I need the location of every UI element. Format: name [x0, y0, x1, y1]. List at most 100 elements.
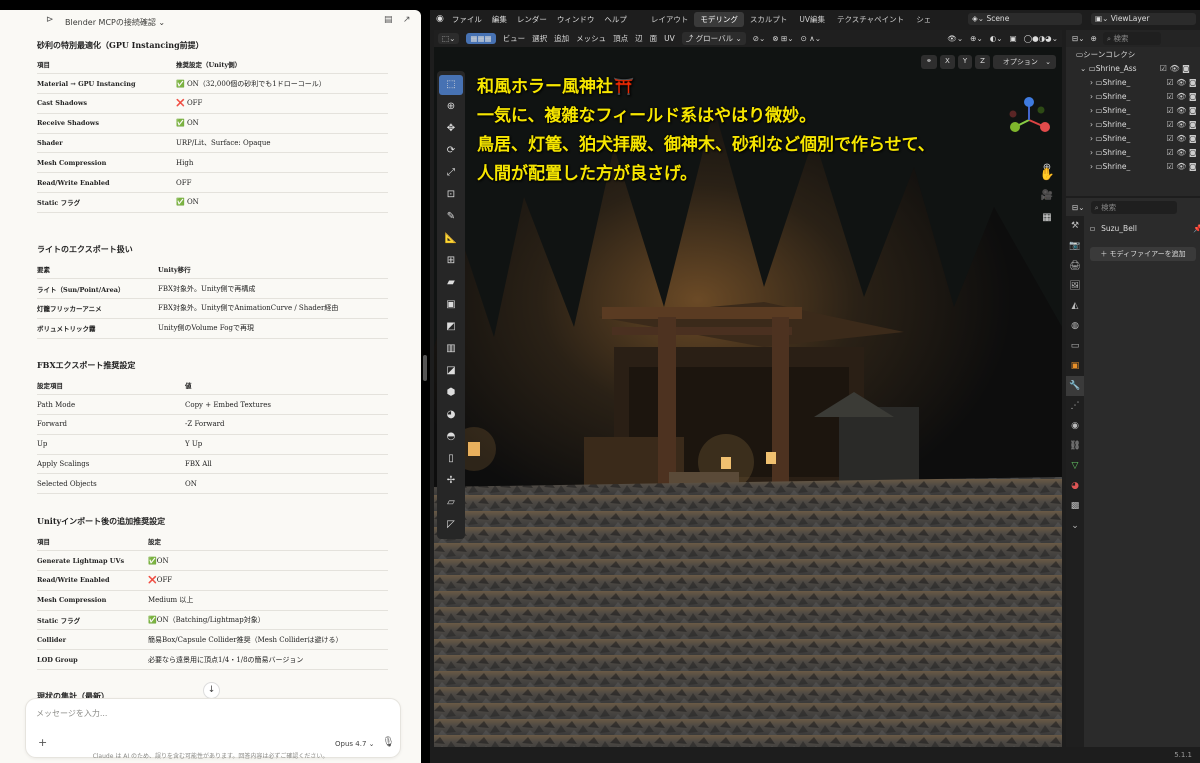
- microphone-icon[interactable]: 🎙: [382, 737, 395, 748]
- menu-select[interactable]: 選択: [532, 33, 547, 44]
- outliner-row[interactable]: ⌄ ▭ Shrine_Ass ☑ 👁 ◙: [1066, 61, 1200, 75]
- xray-icon[interactable]: ▣: [1010, 34, 1017, 43]
- output-tab-icon[interactable]: 🖨: [1066, 256, 1084, 276]
- select-box-icon[interactable]: ⬚: [439, 75, 463, 95]
- cursor-icon[interactable]: ⊕: [439, 97, 463, 117]
- hand-pan-icon[interactable]: ✋: [1038, 165, 1056, 183]
- shrink-icon[interactable]: ✢: [439, 471, 463, 491]
- measure-icon[interactable]: 📐: [439, 229, 463, 249]
- mirror-icon[interactable]: ⚭: [921, 55, 938, 69]
- visibility-icons[interactable]: ☑ 👁 ◙: [1166, 162, 1196, 171]
- menu-edit[interactable]: 編集: [492, 14, 507, 25]
- grid-view-icon[interactable]: ▦: [1038, 209, 1056, 227]
- more-tabs-icon[interactable]: ⌄: [1066, 516, 1084, 536]
- visibility-icon[interactable]: 👁⌄: [947, 34, 963, 43]
- tab-texture-paint[interactable]: テクスチャペイント: [831, 12, 910, 27]
- menu-edge[interactable]: 辺: [635, 33, 643, 44]
- drag-handle[interactable]: [423, 355, 427, 381]
- add-modifier-button[interactable]: ＋ モディファイアーを追加: [1090, 247, 1196, 261]
- object-tab-icon[interactable]: ▣: [1066, 356, 1084, 376]
- options-dropdown[interactable]: オプション ⌄: [992, 55, 1056, 69]
- share-icon[interactable]: ↗: [403, 15, 411, 25]
- edge-slide-icon[interactable]: ▯: [439, 449, 463, 469]
- extrude-icon[interactable]: ▰: [439, 273, 463, 293]
- data-tab-icon[interactable]: ▽: [1066, 456, 1084, 476]
- viewlayer-selector[interactable]: ▣⌄ ViewLayer: [1091, 13, 1196, 25]
- outliner-collection-row[interactable]: ▭ シーンコレクシ: [1066, 47, 1200, 61]
- scale-icon[interactable]: ⤢: [439, 163, 463, 183]
- rotate-icon[interactable]: ⟳: [439, 141, 463, 161]
- axis-x-toggle[interactable]: X: [940, 55, 955, 69]
- pin-icon[interactable]: 📌: [1193, 224, 1200, 233]
- outliner-row[interactable]: › ▭ Shrine_ ☑ 👁 ◙: [1066, 159, 1200, 173]
- transform-icon[interactable]: ⊡: [439, 185, 463, 205]
- constraints-tab-icon[interactable]: ⛓: [1066, 436, 1084, 456]
- menu-file[interactable]: ファイル: [452, 14, 482, 25]
- editor-type-icon[interactable]: ⬚⌄: [438, 33, 460, 44]
- visibility-icons[interactable]: ☑ 👁 ◙: [1166, 106, 1196, 115]
- chat-title[interactable]: Blender MCPの接続確認 ⌄: [65, 17, 165, 28]
- outliner-row[interactable]: › ▭ Shrine_ ☑ 👁 ◙: [1066, 89, 1200, 103]
- model-selector[interactable]: Opus 4.7 ⌄: [335, 740, 374, 748]
- visibility-icons[interactable]: ☑ 👁 ◙: [1166, 78, 1196, 87]
- rip-icon[interactable]: ◸: [439, 515, 463, 535]
- transform-orientation-dropdown[interactable]: ⤴ グローバル ⌄: [681, 32, 746, 45]
- filter-icon[interactable]: ⊕: [1091, 34, 1097, 43]
- menu-help[interactable]: ヘルプ: [604, 14, 627, 25]
- outliner-row[interactable]: › ▭ Shrine_ ☑ 👁 ◙: [1066, 145, 1200, 159]
- blender-logo-icon[interactable]: ◉: [436, 14, 444, 24]
- gizmo-icon[interactable]: ⊕⌄: [970, 34, 983, 43]
- pivot-icon[interactable]: ⊘⌄: [753, 34, 766, 43]
- scroll-down-button[interactable]: ↓: [203, 682, 220, 699]
- modifier-tab-icon[interactable]: 🔧: [1066, 376, 1084, 396]
- poly-build-icon[interactable]: ⬢: [439, 383, 463, 403]
- menu-mesh[interactable]: メッシュ: [576, 33, 606, 44]
- smooth-icon[interactable]: ◓: [439, 427, 463, 447]
- menu-uv[interactable]: UV: [664, 34, 675, 43]
- menu-vertex[interactable]: 頂点: [613, 33, 628, 44]
- physics-tab-icon[interactable]: ◉: [1066, 416, 1084, 436]
- annotate-icon[interactable]: ✎: [439, 207, 463, 227]
- scene-selector[interactable]: ◈⌄ Scene: [968, 13, 1082, 25]
- plus-icon[interactable]: +: [38, 736, 47, 749]
- spin-icon[interactable]: ◕: [439, 405, 463, 425]
- snap-icon[interactable]: ⊗ ⊞⌄: [772, 34, 793, 43]
- add-cube-icon[interactable]: ⊞: [439, 251, 463, 271]
- tool-tab-icon[interactable]: ⚒: [1066, 216, 1084, 236]
- document-icon[interactable]: ▤: [384, 15, 393, 25]
- outliner-row[interactable]: › ▭ Shrine_ ☑ 👁 ◙: [1066, 75, 1200, 89]
- axis-y-toggle[interactable]: Y: [957, 55, 973, 69]
- loop-cut-icon[interactable]: ▥: [439, 339, 463, 359]
- menu-add[interactable]: 追加: [554, 33, 569, 44]
- visibility-icons[interactable]: ☑ 👁 ◙: [1166, 120, 1196, 129]
- outliner-row[interactable]: › ▭ Shrine_ ☑ 👁 ◙: [1066, 131, 1200, 145]
- collection-tab-icon[interactable]: ▭: [1066, 336, 1084, 356]
- tab-sculpt[interactable]: スカルプト: [744, 12, 794, 27]
- tab-modeling[interactable]: モデリング: [694, 11, 744, 27]
- shading-modes-icon[interactable]: ◯●◑◕⌄: [1024, 34, 1058, 43]
- camera-icon[interactable]: 🎥: [1038, 187, 1056, 205]
- world-tab-icon[interactable]: ◍: [1066, 316, 1084, 336]
- tab-shading[interactable]: シェ: [910, 12, 937, 27]
- menu-face[interactable]: 面: [650, 33, 658, 44]
- select-mode-icons[interactable]: ▦▦▦: [466, 33, 496, 44]
- scene-tab-icon[interactable]: ◭: [1066, 296, 1084, 316]
- properties-editor-icon[interactable]: ⊟⌄: [1072, 203, 1085, 212]
- material-tab-icon[interactable]: ◕: [1066, 476, 1084, 496]
- menu-view[interactable]: ビュー: [503, 33, 526, 44]
- object-name[interactable]: Suzu_Bell: [1101, 224, 1137, 233]
- visibility-icons[interactable]: ☑ 👁 ◙: [1160, 64, 1190, 73]
- tab-uv-editing[interactable]: UV編集: [793, 12, 831, 27]
- view-layer-tab-icon[interactable]: 🖼: [1066, 276, 1084, 296]
- visibility-icons[interactable]: ☑ 👁 ◙: [1166, 92, 1196, 101]
- outliner-search[interactable]: ⌕ 検索: [1102, 32, 1161, 45]
- pane-divider[interactable]: [421, 10, 430, 763]
- axis-z-toggle[interactable]: Z: [975, 55, 990, 69]
- tab-layout[interactable]: レイアウト: [645, 12, 695, 27]
- outliner-row[interactable]: › ▭ Shrine_ ☑ 👁 ◙: [1066, 103, 1200, 117]
- shear-icon[interactable]: ▱: [439, 493, 463, 513]
- visibility-icons[interactable]: ☑ 👁 ◙: [1166, 134, 1196, 143]
- bevel-icon[interactable]: ◩: [439, 317, 463, 337]
- outliner-editor-icon[interactable]: ⊟⌄: [1072, 34, 1085, 43]
- move-icon[interactable]: ✥: [439, 119, 463, 139]
